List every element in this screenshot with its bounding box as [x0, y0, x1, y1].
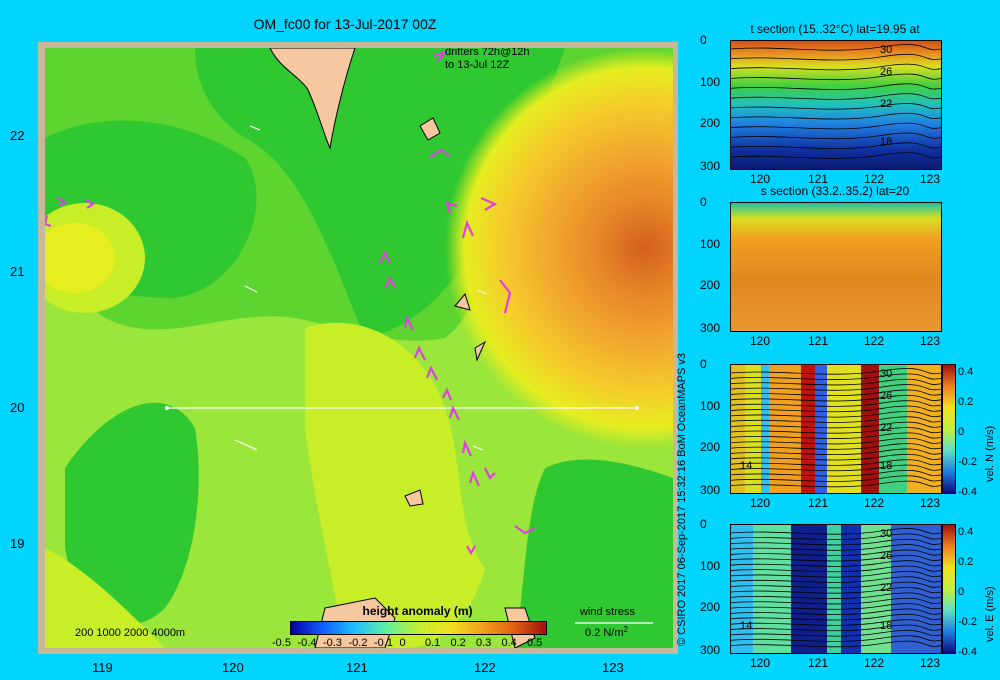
wind-stress-value: 0.2 N/m2	[585, 625, 629, 639]
colorbar-ticks: -0.5 -0.4 -0.3 -0.2 -0.1 0 0.1 0.2 0.3 0.4 0.5	[272, 637, 558, 651]
contour-label: 14	[740, 460, 753, 472]
panel-x-tick: 121	[808, 496, 829, 510]
lat-tick-label: 20	[10, 400, 25, 415]
contour-label: 26	[880, 66, 893, 78]
contour-label: 18	[880, 620, 893, 632]
wind-stress-label: wind stress	[579, 606, 636, 618]
panel-x-tick: 120	[750, 334, 771, 348]
panel-cb-tick: 0.4	[958, 526, 974, 538]
panel-cb-tick: 0	[958, 426, 965, 438]
depth-legend: 200 1000 2000 4000m	[75, 627, 185, 639]
panel-y-tick: 0	[700, 33, 707, 47]
drifters-label-1: drifters 72h@12h	[445, 48, 530, 58]
panel-x-tick: 123	[920, 496, 941, 510]
panel-colorbar	[942, 524, 956, 654]
panel-y-tick: 300	[700, 321, 721, 335]
lon-tick-label: 121	[346, 660, 368, 675]
panel-y-tick: 300	[700, 483, 721, 497]
panel-x-tick: 122	[864, 334, 885, 348]
drifters-label-2: to 13-Jul 12Z	[445, 59, 509, 71]
contour-label: 30	[880, 368, 893, 380]
panel-cb-tick: -0.2	[958, 616, 977, 628]
contour-label: 22	[880, 98, 893, 110]
panel-cb-tick: 0.2	[958, 556, 974, 568]
section-panel	[730, 364, 942, 494]
panel-cb-label: vel. E (m/s)	[984, 586, 996, 642]
colorbar-tick-label: 0	[399, 637, 406, 649]
panel-y-tick: 200	[700, 116, 721, 130]
colorbar-tick-label: 0.2	[450, 637, 466, 649]
section-panel	[730, 202, 942, 332]
panel-x-tick: 120	[750, 656, 771, 670]
panel-x-tick: 121	[808, 334, 829, 348]
colorbar-tick-label: 0.3	[476, 637, 492, 649]
colorbar-tick-label: -0.5	[272, 637, 291, 649]
height-anomaly-map[interactable]: 200 1000 2000 4000m drifters 72h@12h to …	[45, 48, 673, 648]
contour-label: 14	[740, 620, 753, 632]
panel-x-tick: 122	[864, 656, 885, 670]
colorbar-tick-label: -0.2	[348, 637, 368, 649]
panel-y-tick: 0	[700, 195, 707, 209]
panel-y-tick: 200	[700, 440, 721, 454]
lat-tick-label: 22	[10, 128, 25, 143]
panel-cb-label: vel. N (m/s)	[984, 425, 996, 482]
map-title: OM_fc00 for 13-Jul-2017 00Z	[253, 16, 437, 32]
panel-x-tick: 123	[920, 334, 941, 348]
contour-label: 30	[880, 44, 893, 56]
colorbar-tick-label: 0.4	[501, 637, 517, 649]
colorbar-tick-label: 0.5	[527, 637, 543, 649]
contour-label: 30	[880, 528, 893, 540]
lon-tick-label: 122	[474, 660, 496, 675]
panel-x-tick: 122	[864, 496, 885, 510]
contour-label: 26	[880, 390, 893, 402]
lon-tick-label: 120	[222, 660, 244, 675]
panel-y-tick: 100	[700, 559, 721, 573]
copyright: © CSIRO 2017 06-Sep-2017 15:32:16 BoM Oc…	[676, 352, 688, 646]
lat-tick-label: 19	[10, 536, 25, 551]
colorbar-tick-label: -0.4	[297, 637, 317, 649]
colorbar	[290, 621, 547, 635]
panel-cb-tick: 0.4	[958, 366, 974, 378]
panel-y-tick: 0	[700, 357, 707, 371]
panel-y-tick: 200	[700, 278, 721, 292]
panel-y-tick: 100	[700, 237, 721, 251]
panel-x-tick: 121	[808, 656, 829, 670]
panel-cb-tick: 0	[958, 586, 965, 598]
panel-y-tick: 300	[700, 643, 721, 657]
panel-y-tick: 100	[700, 399, 721, 413]
section-panel	[730, 524, 942, 654]
panel-cb-tick: -0.2	[958, 456, 977, 468]
contour-label: 22	[880, 582, 893, 594]
panel-y-tick: 200	[700, 600, 721, 614]
contour-label: 26	[880, 550, 893, 562]
contour-label: 22	[880, 422, 893, 434]
colorbar-title: height anomaly (m)	[362, 604, 473, 618]
panel-y-tick: 300	[700, 159, 721, 173]
panel-title: t section (15..32°C) lat=19.95 at	[750, 22, 920, 36]
contour-label: 18	[880, 136, 893, 148]
panel-title: s section (33.2..35.2) lat=20	[760, 184, 910, 198]
panel-cb-tick: -0.4	[958, 486, 977, 498]
colorbar-tick-label: -0.3	[323, 637, 342, 649]
colorbar-tick-label: 0.1	[425, 637, 441, 649]
lat-tick-label: 21	[10, 264, 25, 279]
lon-tick-label: 119	[92, 660, 113, 675]
panel-colorbar	[942, 364, 956, 494]
panel-x-tick: 123	[920, 656, 941, 670]
contour-label: 18	[880, 460, 893, 472]
panel-cb-tick: 0.2	[958, 396, 974, 408]
panel-x-tick: 120	[750, 496, 771, 510]
colorbar-tick-label: -0.1	[374, 637, 393, 649]
lon-tick-label: 123	[602, 660, 624, 675]
panel-y-tick: 0	[700, 517, 707, 531]
panel-y-tick: 100	[700, 75, 721, 89]
section-panel	[730, 40, 942, 170]
panel-cb-tick: -0.4	[958, 646, 977, 658]
